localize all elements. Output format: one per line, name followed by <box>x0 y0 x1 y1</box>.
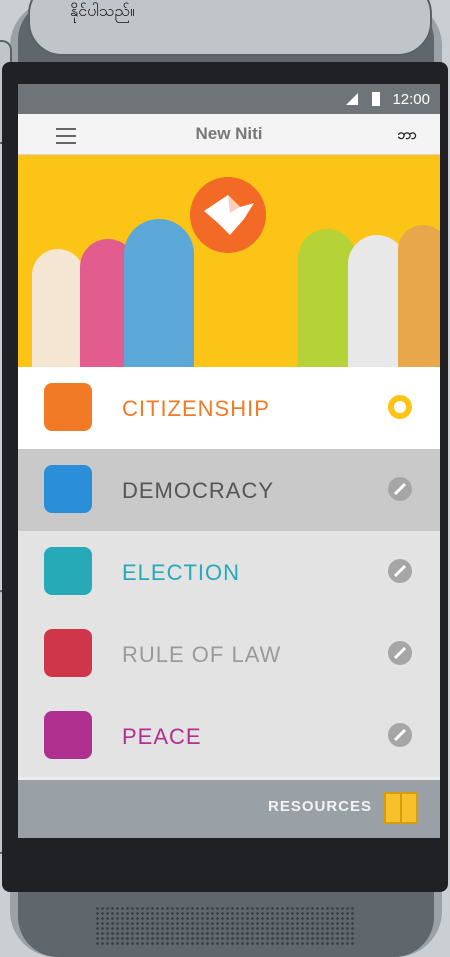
app-bar: New Niti ဘာ <box>18 114 440 155</box>
court-icon <box>44 629 92 677</box>
character-illustration <box>32 249 84 367</box>
language-badge-icon[interactable]: ဘာ <box>390 122 424 146</box>
menu-row-election[interactable]: ELECTION <box>18 531 440 613</box>
ballot-icon <box>44 465 92 513</box>
menu-row-label: ELECTION <box>122 560 241 585</box>
resources-bar[interactable]: RESOURCES <box>18 780 440 838</box>
callout-text: နိုင်ပါသည်။ <box>70 3 135 20</box>
pencil-icon <box>388 723 412 747</box>
dove-logo-icon <box>190 177 266 253</box>
battery-icon <box>372 92 380 106</box>
status-time: 12:00 <box>392 91 430 108</box>
menu-row-rule-of-law[interactable]: RULE OF LAW <box>18 613 440 695</box>
resources-label: RESOURCES <box>268 798 373 815</box>
menu-row-democracy[interactable]: DEMOCRACY <box>18 449 440 531</box>
bottom-speaker-grille <box>95 906 355 946</box>
menu-row-peace[interactable]: PEACE <box>18 695 440 777</box>
signal-icon <box>346 93 358 105</box>
hero-banner <box>18 155 440 367</box>
vote-icon <box>44 547 92 595</box>
book-icon[interactable] <box>384 792 418 824</box>
pencil-icon <box>388 641 412 665</box>
dove-hand-icon <box>44 711 92 759</box>
menu-row-citizenship[interactable]: CITIZENSHIP <box>18 367 440 449</box>
character-illustration <box>124 219 194 367</box>
group-icon <box>44 383 92 431</box>
menu-row-label: RULE OF LAW <box>122 642 282 667</box>
character-illustration <box>398 225 440 367</box>
app-screen: 12:00 New Niti ဘာ CITIZENSHIP DEMOCRACY EL… <box>18 84 440 838</box>
pencil-icon <box>388 477 412 501</box>
pencil-icon <box>388 559 412 583</box>
progress-ring-icon <box>388 395 412 419</box>
menu-row-label: DEMOCRACY <box>122 478 275 503</box>
app-title: New Niti <box>195 124 263 143</box>
status-bar: 12:00 <box>18 84 440 114</box>
menu-row-label: PEACE <box>122 724 202 749</box>
menu-row-label: CITIZENSHIP <box>122 396 270 421</box>
